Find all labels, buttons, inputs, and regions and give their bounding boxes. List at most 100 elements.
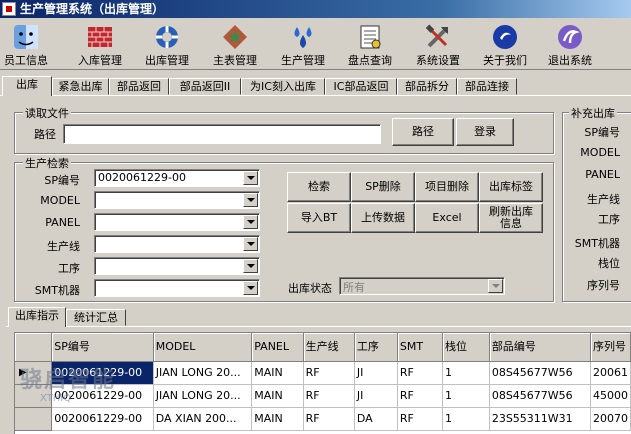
tab-outbound[interactable]: 出库 <box>2 76 52 96</box>
table-cell[interactable]: RF <box>303 384 355 408</box>
table-cell[interactable]: MAIN <box>251 384 304 408</box>
table-cell[interactable]: 1 <box>442 361 490 385</box>
supp-smt-machine-label: SMT机器 <box>574 237 620 250</box>
panel-combo[interactable] <box>94 213 260 231</box>
brick-wall-icon <box>85 22 115 52</box>
model-combo[interactable] <box>94 191 260 209</box>
toolbar-button-system-settings[interactable]: 系统设置 <box>408 20 468 68</box>
excel-button[interactable]: Excel <box>415 203 479 233</box>
toolbar-button-master-table[interactable]: 主表管理 <box>206 20 264 68</box>
supplement-group: 补充出库 <box>562 105 631 302</box>
table-cell[interactable]: 45000 <box>590 384 631 408</box>
tab-ic-part-return[interactable]: IC部品返回 <box>325 78 397 95</box>
table-cell[interactable]: JI <box>354 384 398 408</box>
chevron-down-icon[interactable] <box>243 237 258 251</box>
panel-label: PANEL <box>45 216 80 229</box>
tab-statistics-summary[interactable]: 统计汇总 <box>66 309 126 326</box>
process-label: 工序 <box>58 262 80 275</box>
supp-process-label: 工序 <box>598 213 620 226</box>
table-cell[interactable]: RF <box>303 407 355 431</box>
window-title: 生产管理系统（出库管理） <box>20 2 165 16</box>
column-header[interactable]: PANEL <box>251 333 304 362</box>
table-cell[interactable]: DA <box>354 407 398 431</box>
path-button[interactable]: 路径 <box>392 118 454 146</box>
search-button[interactable]: 检索 <box>287 172 351 202</box>
table-cell[interactable]: 08S45677W56 <box>489 384 591 408</box>
table-cell[interactable]: MAIN <box>251 361 304 385</box>
supp-model-label: MODEL <box>580 146 620 159</box>
table-cell[interactable]: 1 <box>442 407 490 431</box>
tab-ic-burn-outbound[interactable]: 为IC刻入出库 <box>241 78 325 95</box>
column-header[interactable]: 生产线 <box>303 333 355 362</box>
tab-part-split[interactable]: 部品拆分 <box>397 78 457 95</box>
toolbar-button-production[interactable]: 生产管理 <box>274 20 332 68</box>
table-cell[interactable]: JI <box>354 361 398 385</box>
table-cell[interactable]: DA XIAN 200... <box>153 407 253 431</box>
finder-face-icon <box>11 22 41 52</box>
sp-delete-button[interactable]: SP删除 <box>351 172 415 202</box>
item-delete-button[interactable]: 项目删除 <box>415 172 479 202</box>
chevron-down-icon[interactable] <box>243 215 258 229</box>
chevron-down-icon[interactable] <box>243 171 258 185</box>
table-cell[interactable]: RF <box>397 407 443 431</box>
outbound-status-combo[interactable]: 所有 <box>339 277 505 295</box>
table-cell[interactable]: 08S45677W56 <box>489 361 591 385</box>
main-toolbar: 员工信息 入库管理 出库管理 主表管理 生产管理 盘点查询 系统设置 关于我们 … <box>0 18 631 70</box>
refresh-outbound-button[interactable]: 刷新出库信息 <box>479 203 543 233</box>
chevron-down-icon[interactable] <box>488 279 503 293</box>
table-cell[interactable]: 0020061229-00 <box>51 407 154 431</box>
tab-outbound-instruction[interactable]: 出库指示 <box>8 307 66 327</box>
column-header[interactable]: 栈位 <box>442 333 490 362</box>
table-cell[interactable]: JIAN LONG 20... <box>153 384 253 408</box>
upload-data-button[interactable]: 上传数据 <box>351 203 415 233</box>
chevron-down-icon[interactable] <box>243 281 258 295</box>
table-cell[interactable]: 20061 <box>590 361 631 385</box>
login-button[interactable]: 登录 <box>456 118 514 146</box>
sp-number-combo[interactable]: 0020061229-00 <box>94 169 260 187</box>
tab-part-return[interactable]: 部品返回 <box>109 78 169 95</box>
column-header[interactable]: MODEL <box>153 333 253 362</box>
production-line-combo[interactable] <box>94 235 260 253</box>
tab-part-return-ii[interactable]: 部品返回II <box>169 78 241 95</box>
column-header[interactable]: 部品编号 <box>489 333 591 362</box>
toolbar-button-inventory-query[interactable]: 盘点查询 <box>340 20 400 68</box>
table-cell[interactable]: RF <box>303 361 355 385</box>
supp-production-line-label: 生产线 <box>587 193 620 206</box>
search-title: 生产检索 <box>23 155 71 171</box>
read-file-title: 读取文件 <box>23 105 71 121</box>
table-cell[interactable]: RF <box>397 384 443 408</box>
table-row[interactable]: 0020061229-00 DA XIAN 200... MAIN RF DA … <box>15 407 631 431</box>
column-header[interactable]: SP编号 <box>51 333 154 362</box>
import-bt-button[interactable]: 导入BT <box>287 203 351 233</box>
table-cell[interactable]: 23S55311W31 <box>489 407 591 431</box>
tab-part-connect[interactable]: 部品连接 <box>457 78 517 95</box>
chevron-down-icon[interactable] <box>243 193 258 207</box>
smt-machine-combo[interactable] <box>94 279 260 297</box>
column-header[interactable]: 序列号 <box>590 333 631 362</box>
path-label: 路径 <box>34 128 56 141</box>
toolbar-button-inbound[interactable]: 入库管理 <box>70 20 130 68</box>
table-cell[interactable]: 20070 <box>590 407 631 431</box>
supplement-title: 补充出库 <box>569 105 617 121</box>
table-cell[interactable]: MAIN <box>251 407 304 431</box>
table-cell[interactable]: JIAN LONG 20... <box>153 361 253 385</box>
process-combo[interactable] <box>94 257 260 275</box>
outbound-status-label: 出库状态 <box>288 282 332 295</box>
toolbar-button-about[interactable]: 关于我们 <box>476 20 534 68</box>
path-input[interactable] <box>63 124 381 144</box>
exit-swirl-icon <box>555 22 585 52</box>
column-header[interactable]: SMT <box>397 333 443 362</box>
column-header[interactable]: 工序 <box>354 333 398 362</box>
outbound-label-button[interactable]: 出库标签 <box>479 172 543 202</box>
toolbar-button-exit[interactable]: 退出系统 <box>540 20 600 68</box>
lifebuoy-icon <box>152 22 182 52</box>
table-cell[interactable]: 1 <box>442 384 490 408</box>
row-indicator[interactable] <box>15 407 53 431</box>
table-cell[interactable]: RF <box>397 361 443 385</box>
chevron-down-icon[interactable] <box>243 259 258 273</box>
toolbar-button-outbound[interactable]: 出库管理 <box>138 20 196 68</box>
toolbar-button-staff-info[interactable]: 员工信息 <box>0 20 52 68</box>
supp-sp-number-label: SP编号 <box>584 126 620 139</box>
tab-urgent-outbound[interactable]: 紧急出库 <box>52 78 109 95</box>
watermark-text: 骁启智能 <box>20 368 117 393</box>
